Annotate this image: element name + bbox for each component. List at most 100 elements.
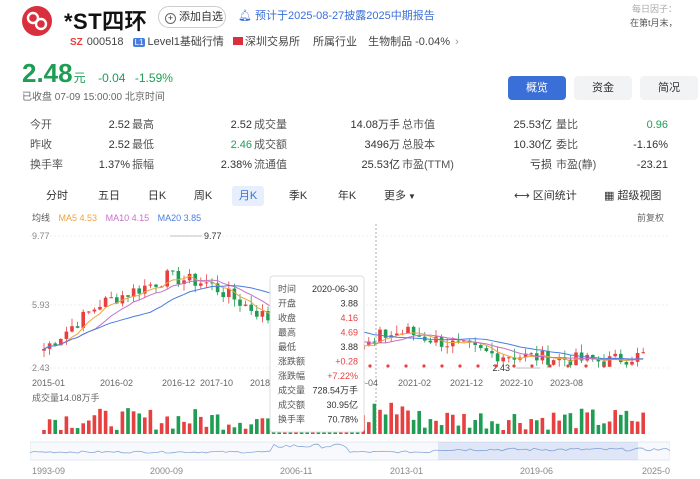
volume-bar xyxy=(243,428,248,434)
volume-bar xyxy=(518,422,522,434)
event-dot xyxy=(368,364,372,368)
candle-body xyxy=(641,352,645,354)
volume-bar xyxy=(389,402,393,434)
overview-axis-label: 2025-07 xyxy=(642,466,670,476)
candle-body xyxy=(624,362,629,365)
level1-label[interactable]: Level1基础行情 xyxy=(147,36,223,48)
volume-bar xyxy=(115,429,119,434)
metric-value: 1.37% xyxy=(98,159,130,171)
volume-bar xyxy=(501,429,505,434)
tooltip-value: 728.54万手 xyxy=(312,385,358,396)
event-dot xyxy=(404,364,408,368)
volume-bar xyxy=(215,414,220,434)
tab-intraday[interactable]: 分时 xyxy=(44,186,70,206)
x-axis-label: 2021-02 xyxy=(398,378,431,388)
volume-bar xyxy=(523,429,528,434)
candle-body xyxy=(137,288,141,294)
candle-body xyxy=(148,284,153,286)
volume-bar xyxy=(64,416,69,434)
high-annotation: 9.77 xyxy=(204,231,222,241)
metric-label: 流通值 xyxy=(254,159,287,171)
tab-daily-k[interactable]: 日K xyxy=(146,186,168,206)
volume-bar xyxy=(591,409,595,434)
china-flag-icon xyxy=(232,37,243,45)
tab-five-day[interactable]: 五日 xyxy=(96,186,122,206)
chevron-right-icon[interactable]: › xyxy=(455,36,459,48)
volume-bar xyxy=(400,406,405,434)
volume-bar xyxy=(434,420,438,434)
metric-value: 2.52 xyxy=(108,119,130,131)
metric-2-3: 市盈(TTM) 亏损 xyxy=(402,156,552,174)
event-dot xyxy=(476,364,480,368)
add-watchlist-button[interactable]: + 添加自选 xyxy=(158,6,226,28)
event-dot xyxy=(458,364,462,368)
tab-weekly-k[interactable]: 周K xyxy=(192,186,214,206)
tooltip-label: 成交额 xyxy=(278,399,305,410)
tab-funds[interactable]: 资金 xyxy=(574,76,632,100)
volume-bar xyxy=(98,408,102,434)
tab-quarterly-k[interactable]: 季K xyxy=(287,186,309,206)
metric-1-2: 成交额 3496万 xyxy=(254,136,400,154)
tab-more[interactable]: 更多 ▼ xyxy=(382,186,418,206)
tooltip-label: 涨跌幅 xyxy=(278,370,305,381)
metric-value: 2.38% xyxy=(220,159,252,171)
candle-body xyxy=(473,342,477,346)
industry-name[interactable]: 生物制品 xyxy=(368,36,412,48)
volume-bar xyxy=(53,419,57,434)
grid-icon: ▦ xyxy=(604,190,615,202)
ma-indicators: 均线 MA5 4.53 MA10 4.15 MA20 3.85 xyxy=(32,211,207,224)
metric-0-2: 成交量 14.08万手 xyxy=(254,116,400,134)
volume-bar xyxy=(266,418,270,434)
candle-body xyxy=(103,297,108,307)
adjust-mode[interactable]: 前复权 xyxy=(637,211,664,224)
report-forecast-link[interactable]: 🔔︎ 预计于2025-08-27披露2025中期报告 xyxy=(238,7,435,23)
tooltip-label: 成交量 xyxy=(278,385,305,396)
tooltip-label: 换手率 xyxy=(278,414,305,425)
candle-body xyxy=(126,295,130,297)
candle-body xyxy=(221,292,225,298)
volume-bar xyxy=(551,412,556,434)
candle-body xyxy=(479,345,483,349)
metric-label: 总股本 xyxy=(402,139,435,151)
candle-body xyxy=(445,346,449,348)
event-dot xyxy=(512,364,516,368)
volume-bar xyxy=(546,429,550,434)
tooltip-label: 最低 xyxy=(278,341,296,352)
kline-svg[interactable]: 9.77 5.93 2.43 9.77 2.43 2015-01 2016-02 2016-1… xyxy=(29,224,675,479)
industry-change: -0.04% xyxy=(415,36,450,48)
tooltip-value: 30.95亿 xyxy=(326,399,358,410)
kline-chart[interactable]: 9.77 5.93 2.43 9.77 2.43 2015-01 2016-02 2016-1… xyxy=(29,224,675,479)
candle-body xyxy=(243,304,248,306)
volume-bar xyxy=(148,409,153,434)
candle-body xyxy=(154,284,158,287)
forecast-text: 预计于2025-08-27披露2025中期报告 xyxy=(254,10,435,22)
event-dot xyxy=(548,364,552,368)
tooltip-value: 70.78% xyxy=(327,415,358,425)
tab-overview[interactable]: 概览 xyxy=(508,76,566,100)
tab-monthly-k[interactable]: 月K xyxy=(232,186,264,206)
metric-value: 2.52 xyxy=(230,119,252,131)
volume-bar xyxy=(75,428,80,434)
volume-bar xyxy=(585,412,589,434)
metric-label: 市盈(TTM) xyxy=(402,159,454,171)
tab-profile[interactable]: 简况 xyxy=(640,76,698,100)
metric-value: 2.52 xyxy=(108,139,130,151)
metric-value: 25.53亿 xyxy=(513,119,552,131)
candle-body xyxy=(92,309,97,312)
super-view-button[interactable]: ▦ 超级视图 xyxy=(604,186,661,206)
x-axis-label: 2018 xyxy=(250,378,270,388)
volume-bar xyxy=(59,429,63,434)
interval-stats-button[interactable]: ⟷ 区间统计 xyxy=(514,186,577,206)
event-dot xyxy=(440,364,444,368)
plus-icon: + xyxy=(165,13,176,24)
volume-bar xyxy=(490,421,494,434)
tab-yearly-k[interactable]: 年K xyxy=(336,186,358,206)
metric-label: 成交量 xyxy=(254,119,287,131)
candle-body xyxy=(613,353,617,357)
volume-bar xyxy=(120,411,125,434)
metric-value: 14.08万手 xyxy=(350,119,400,131)
candle-body xyxy=(529,353,533,355)
volume-bar xyxy=(507,420,511,434)
volume-bar xyxy=(193,409,197,434)
volume-bar xyxy=(187,423,192,434)
